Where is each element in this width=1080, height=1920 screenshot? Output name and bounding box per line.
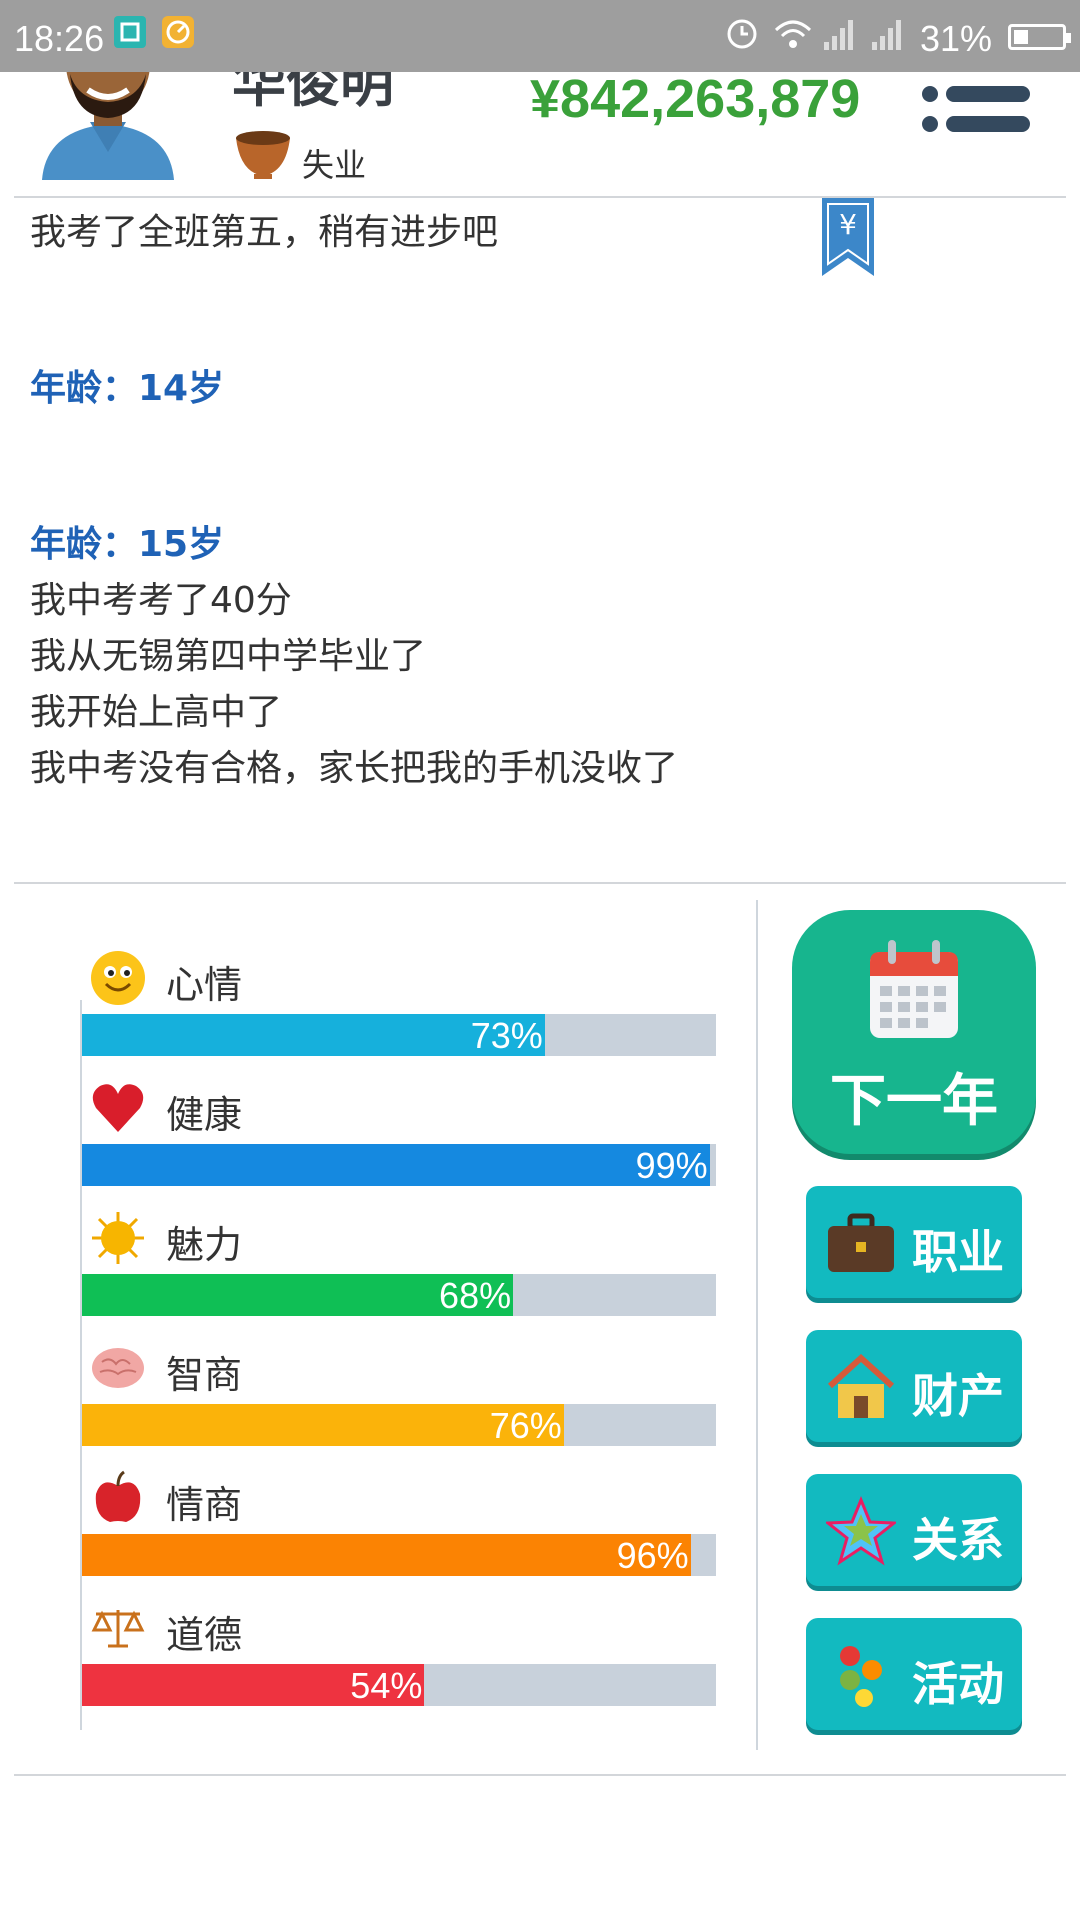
stat-bar-fill: 73% xyxy=(82,1014,545,1056)
relations-button[interactable]: 关系 xyxy=(806,1474,1022,1586)
stat-iq: 智商 76% xyxy=(80,1340,720,1470)
activities-label: 活动 xyxy=(912,1657,1004,1711)
assets-label: 财产 xyxy=(912,1369,1004,1423)
stat-bar-fill: 68% xyxy=(82,1274,514,1316)
stat-mood: 心情 73% xyxy=(80,950,720,1080)
bowl-icon xyxy=(236,131,290,179)
next-year-label: 下一年 xyxy=(830,1069,998,1134)
signal-icon xyxy=(824,20,853,50)
house-icon xyxy=(827,1353,895,1418)
stat-percent: 68% xyxy=(439,1275,512,1316)
star-icon xyxy=(826,1496,896,1566)
log-line: 我中考没有合格，家长把我的手机没收了 xyxy=(30,748,679,789)
activity-dots-icon xyxy=(840,1646,882,1707)
career-label: 职业 xyxy=(912,1225,1004,1279)
log-line: 我中考考了40分 xyxy=(30,580,292,621)
bookmark-icon[interactable]: ¥ xyxy=(820,198,876,278)
stat-percent: 76% xyxy=(489,1405,562,1446)
log-line: 我开始上高中了 xyxy=(30,692,283,733)
stat-bar-fill: 54% xyxy=(82,1664,425,1706)
career-button[interactable]: 职业 xyxy=(806,1186,1022,1298)
stat-bar-fill: 96% xyxy=(82,1534,691,1576)
stat-label: 情商 xyxy=(166,1483,243,1527)
screenshot-icon xyxy=(114,16,146,48)
signal-icon-2 xyxy=(872,20,901,50)
life-log: 我考了全班第五，稍有进步吧 年龄：14岁 年龄：15岁 我中考考了40分 我从无… xyxy=(30,205,810,797)
brain-icon xyxy=(92,1348,144,1388)
heart-icon xyxy=(92,1084,144,1132)
alarm-icon xyxy=(727,19,757,49)
stat-bar-fill: 76% xyxy=(82,1404,564,1446)
status-bar: 18:26 31% xyxy=(0,0,1080,72)
next-year-button[interactable]: 下一年 xyxy=(792,910,1036,1154)
log-line: 我考了全班第五，稍有进步吧 xyxy=(30,212,499,253)
divider xyxy=(14,196,1066,198)
stat-label: 道德 xyxy=(166,1613,243,1657)
stat-label: 魅力 xyxy=(166,1223,243,1267)
stat-percent: 54% xyxy=(350,1665,423,1706)
smiley-icon xyxy=(91,951,145,1005)
calendar-icon xyxy=(870,940,958,1038)
battery-icon xyxy=(1008,24,1071,50)
stat-eq: 情商 96% xyxy=(80,1470,720,1600)
panel-separator xyxy=(756,900,758,1750)
relations-label: 关系 xyxy=(912,1513,1004,1567)
stat-label: 智商 xyxy=(166,1353,243,1397)
log-line: 我从无锡第四中学毕业了 xyxy=(30,636,427,677)
briefcase-icon xyxy=(828,1213,894,1272)
stat-bar-fill: 99% xyxy=(82,1144,710,1186)
log-age-heading: 年龄：15岁 xyxy=(30,524,225,565)
sun-icon xyxy=(92,1212,144,1264)
stat-label: 心情 xyxy=(166,963,243,1007)
stat-bar: 68% xyxy=(82,1274,716,1316)
apple-icon xyxy=(95,1470,141,1522)
stat-bar: 54% xyxy=(82,1664,716,1706)
scales-icon xyxy=(91,1610,145,1648)
stat-bar: 73% xyxy=(82,1014,716,1056)
job-status: 失业 xyxy=(302,146,367,184)
stat-percent: 73% xyxy=(470,1015,543,1056)
stat-label: 健康 xyxy=(166,1093,243,1137)
stat-bar: 99% xyxy=(82,1144,716,1186)
stat-bar: 76% xyxy=(82,1404,716,1446)
stat-health: 健康 99% xyxy=(80,1080,720,1210)
stat-bar: 96% xyxy=(82,1534,716,1576)
divider xyxy=(14,882,1066,884)
stat-charm: 魅力 68% xyxy=(80,1210,720,1340)
stat-morality: 道德 54% xyxy=(80,1600,720,1730)
activities-button[interactable]: 活动 xyxy=(806,1618,1022,1730)
log-age-heading: 年龄：14岁 xyxy=(30,368,225,409)
svg-text:¥: ¥ xyxy=(839,208,857,241)
wifi-icon xyxy=(774,20,812,48)
clock-app-icon xyxy=(162,16,194,48)
assets-button[interactable]: 财产 xyxy=(806,1330,1022,1442)
money-balance: ¥842,263,879 xyxy=(530,69,861,129)
stat-percent: 96% xyxy=(616,1535,689,1576)
status-time: 18:26 xyxy=(14,18,105,59)
stat-percent: 99% xyxy=(635,1145,708,1186)
battery-percent: 31% xyxy=(919,18,992,59)
divider xyxy=(14,1774,1066,1776)
stats-panel: 心情 73% 健康 99% 魅力 68% 智商 76% 情商 96% 道德 54… xyxy=(80,950,720,1730)
